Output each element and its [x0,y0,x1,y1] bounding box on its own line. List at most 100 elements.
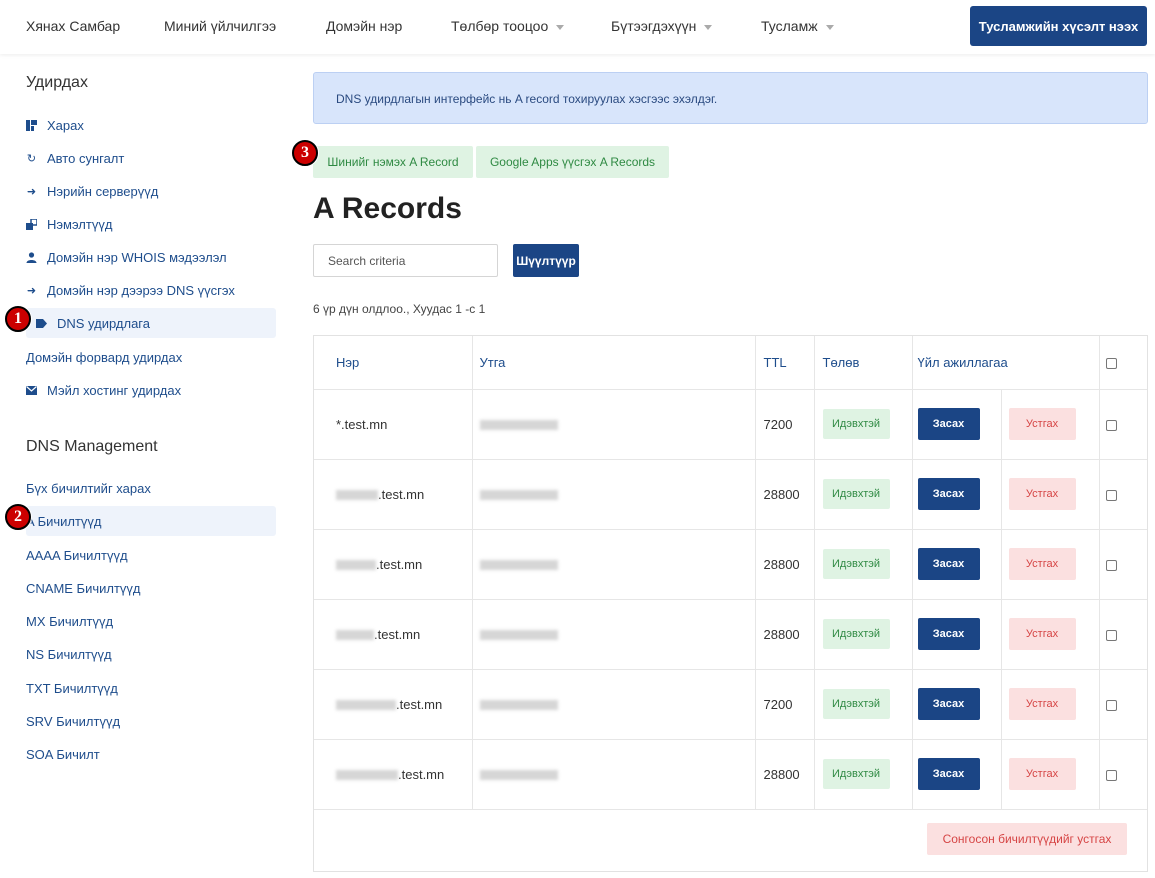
sidebar-item-mail-hosting[interactable]: Мэйл хостинг удирдах [26,375,276,405]
record-value [472,459,756,530]
nav-support[interactable]: Тусламж [761,18,834,34]
sidebar-item-create-dns[interactable]: ➜ Домэйн нэр дээрээ DNS үүсгэх [26,275,276,305]
sidebar-item-all-records[interactable]: Бүх бичилтийг харах [26,473,276,503]
sidebar-item-label: SRV Бичилтүүд [26,713,121,729]
record-delete-cell: Устгах [1001,389,1100,460]
sidebar-item-soa-record[interactable]: SOA Бичилт [26,739,276,769]
edit-button[interactable]: Засах [917,408,980,440]
redacted-value [479,700,558,711]
sidebar: Удирдах Харах ↻ Авто сунгалт ➜ Нэрийн се… [0,54,290,878]
row-checkbox[interactable] [1105,699,1117,711]
sidebar-item-srv-records[interactable]: SRV Бичилтүүд [26,706,276,736]
nav-billing[interactable]: Төлбөр тооцоо [451,18,565,34]
sidebar-item-label: MX Бичилтүүд [26,613,114,629]
sidebar-item-nameservers[interactable]: ➜ Нэрийн серверүүд [26,176,276,206]
sidebar-item-domain-forward[interactable]: Домэйн форвард удирдах [26,342,276,372]
annotation-badge-3: 3 [292,140,318,166]
header-select-all[interactable] [1099,336,1147,390]
table-row: *.test.mn 7200 Идэвхтэй Засах Устгах [314,389,1147,460]
sidebar-item-label: TXT Бичилтүүд [26,680,118,696]
record-status: Идэвхтэй [814,389,913,460]
table-row: .test.mn 28800 Идэвхтэй Засах Устгах [314,599,1147,670]
header-name[interactable]: Нэр [314,336,473,390]
record-edit-cell: Засах [912,669,1002,740]
status-badge: Идэвхтэй [822,759,890,789]
header-ttl[interactable]: TTL [755,336,815,390]
nav-label: Төлбөр тооцоо [451,18,549,34]
record-delete-cell: Устгах [1001,529,1100,600]
info-alert: DNS удирдлагын интерфейс нь A record тох… [313,72,1148,124]
sidebar-item-dns-management[interactable]: DNS удирдлага [26,308,276,338]
delete-button[interactable]: Устгах [1008,688,1076,720]
header-value[interactable]: Утга [472,336,756,390]
delete-button[interactable]: Устгах [1008,618,1076,650]
filter-button[interactable]: Шүүлтүүр [513,244,579,277]
record-name: .test.mn [314,529,473,600]
record-name-text: .test.mn [378,486,425,502]
record-select-cell [1099,599,1147,670]
arrow-right-icon: ➜ [26,284,37,297]
delete-button[interactable]: Устгах [1008,758,1076,790]
sidebar-item-txt-records[interactable]: TXT Бичилтүүд [26,673,276,703]
row-checkbox[interactable] [1105,629,1117,641]
nav-my-services[interactable]: Миний үйлчилгээ [164,18,276,34]
sidebar-item-whois[interactable]: Домэйн нэр WHOIS мэдээлэл [26,242,276,272]
edit-button[interactable]: Засах [917,548,980,580]
sidebar-item-cname-records[interactable]: CNAME Бичилтүүд [26,573,276,603]
annotation-badge-1: 1 [5,306,31,332]
nav-domains[interactable]: Домэйн нэр [326,18,402,34]
redacted-name [336,560,376,571]
record-delete-cell: Устгах [1001,599,1100,670]
record-name: .test.mn [314,459,473,530]
sidebar-item-label: Домэйн форвард удирдах [26,349,183,365]
redacted-value [479,490,558,501]
nav-products[interactable]: Бүтээгдэхүүн [611,18,713,34]
sidebar-item-ns-records[interactable]: NS Бичилтүүд [26,639,276,669]
record-name: .test.mn [314,599,473,670]
annotation-badge-2: 2 [5,504,31,530]
row-checkbox[interactable] [1105,559,1117,571]
record-delete-cell: Устгах [1001,459,1100,530]
result-info: 6 үр дүн олдлоо., Хуудас 1 -с 1 [313,302,486,316]
edit-button[interactable]: Засах [917,758,980,790]
sidebar-item-addons[interactable]: Нэмэлтүүд [26,209,276,239]
record-edit-cell: Засах [912,459,1002,530]
delete-button[interactable]: Устгах [1008,548,1076,580]
sidebar-item-mx-records[interactable]: MX Бичилтүүд [26,606,276,636]
table-footer: Сонгосон бичилтүүдийг устгах [314,809,1147,871]
redacted-value [479,420,558,431]
sidebar-item-overview[interactable]: Харах [26,110,276,140]
dns-management-heading: DNS Management [26,438,158,455]
google-apps-records-button[interactable]: Google Apps үүсгэх A Records [476,146,669,178]
select-all-checkbox[interactable] [1105,357,1117,369]
edit-button[interactable]: Засах [917,478,980,510]
sidebar-item-label: CNAME Бичилтүүд [26,580,141,596]
record-ttl: 28800 [755,529,815,600]
row-checkbox[interactable] [1105,419,1117,431]
delete-selected-button[interactable]: Сонгосон бичилтүүдийг устгах [927,823,1127,855]
record-name-text: *.test.mn [336,416,388,432]
record-value [472,389,756,460]
sidebar-item-aaaa-records[interactable]: AAAA Бичилтүүд [26,540,276,570]
record-status: Идэвхтэй [814,599,913,670]
delete-button[interactable]: Устгах [1008,408,1076,440]
manage-heading: Удирдах [26,74,88,91]
edit-button[interactable]: Засах [917,618,980,650]
edit-button[interactable]: Засах [917,688,980,720]
record-ttl: 28800 [755,459,815,530]
record-value [472,739,756,810]
add-a-record-button[interactable]: Шинийг нэмэх A Record [313,146,473,178]
record-status: Идэвхтэй [814,739,913,810]
row-checkbox[interactable] [1105,769,1117,781]
search-input[interactable] [313,244,498,277]
header-status[interactable]: Төлөв [814,336,913,390]
sidebar-item-auto-renew[interactable]: ↻ Авто сунгалт [26,143,276,173]
record-name: *.test.mn [314,389,473,460]
record-value [472,599,756,670]
open-ticket-button[interactable]: Тусламжийн хүсэлт нээх [970,6,1147,46]
delete-button[interactable]: Устгах [1008,478,1076,510]
row-checkbox[interactable] [1105,489,1117,501]
record-value [472,669,756,740]
sidebar-item-a-records[interactable]: A Бичилтүүд [26,506,276,536]
nav-dashboard[interactable]: Хянах Самбар [26,18,120,34]
